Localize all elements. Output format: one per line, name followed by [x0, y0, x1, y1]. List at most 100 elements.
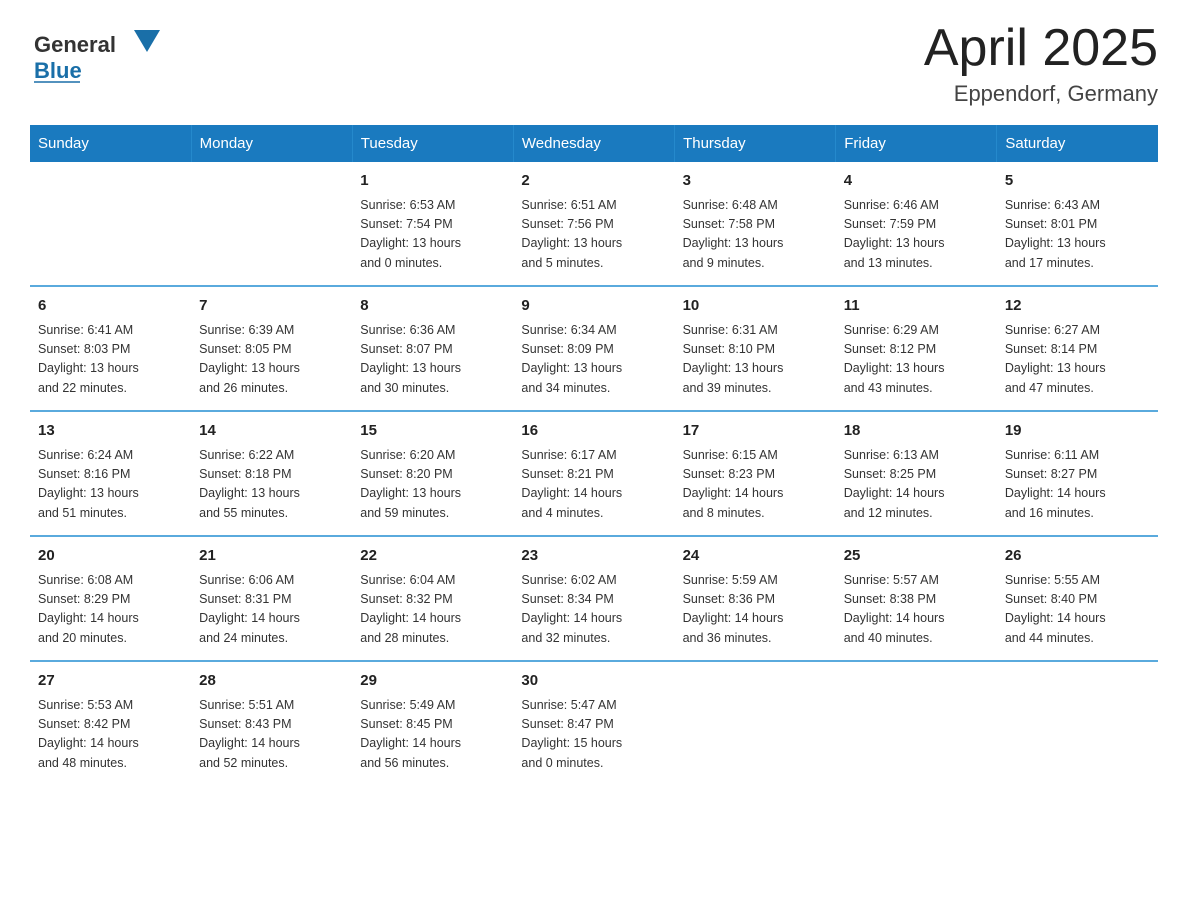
day-info: Sunrise: 6:29 AM Sunset: 8:12 PM Dayligh…: [844, 321, 989, 399]
calendar-cell: 16 Sunrise: 6:17 AM Sunset: 8:21 PM Dayli…: [513, 411, 674, 536]
day-info: Sunrise: 6:34 AM Sunset: 8:09 PM Dayligh…: [521, 321, 666, 399]
day-info: Sunrise: 5:47 AM Sunset: 8:47 PM Dayligh…: [521, 696, 666, 774]
day-number: 19: [1005, 420, 1150, 443]
page-subtitle: Eppendorf, Germany: [924, 81, 1158, 107]
calendar-cell: 6 Sunrise: 6:41 AM Sunset: 8:03 PM Daylig…: [30, 286, 191, 411]
calendar-table: SundayMondayTuesdayWednesdayThursdayFrid…: [30, 125, 1158, 785]
day-of-week-header: Sunday: [30, 125, 191, 162]
calendar-cell: 5Sunrise: 6:43 AM Sunset: 8:01 PM Daylig…: [997, 162, 1158, 286]
day-number: 21: [199, 545, 344, 568]
calendar-cell: 29 Sunrise: 5:49 AM Sunset: 8:45 PM Dayli…: [352, 661, 513, 785]
calendar-week-row: 13 Sunrise: 6:24 AM Sunset: 8:16 PM Dayli…: [30, 411, 1158, 536]
day-number: 23: [521, 545, 666, 568]
calendar-cell: 19 Sunrise: 6:11 AM Sunset: 8:27 PM Dayli…: [997, 411, 1158, 536]
day-number: 11: [844, 295, 989, 318]
day-number: 30: [521, 670, 666, 693]
day-info: Sunrise: 5:55 AM Sunset: 8:40 PM Dayligh…: [1005, 571, 1150, 649]
day-info: Sunrise: 6:17 AM Sunset: 8:21 PM Dayligh…: [521, 446, 666, 524]
day-info: Sunrise: 6:27 AM Sunset: 8:14 PM Dayligh…: [1005, 321, 1150, 399]
day-info: Sunrise: 6:22 AM Sunset: 8:18 PM Dayligh…: [199, 446, 344, 524]
day-info: Sunrise: 5:53 AM Sunset: 8:42 PM Dayligh…: [38, 696, 183, 774]
calendar-cell: 23 Sunrise: 6:02 AM Sunset: 8:34 PM Dayli…: [513, 536, 674, 661]
day-info: Sunrise: 6:13 AM Sunset: 8:25 PM Dayligh…: [844, 446, 989, 524]
day-info: Sunrise: 5:51 AM Sunset: 8:43 PM Dayligh…: [199, 696, 344, 774]
day-info: Sunrise: 6:15 AM Sunset: 8:23 PM Dayligh…: [683, 446, 828, 524]
day-info: Sunrise: 6:48 AM Sunset: 7:58 PM Dayligh…: [683, 196, 828, 274]
day-number: 26: [1005, 545, 1150, 568]
day-info: Sunrise: 6:43 AM Sunset: 8:01 PM Dayligh…: [1005, 196, 1150, 274]
calendar-week-row: 6 Sunrise: 6:41 AM Sunset: 8:03 PM Daylig…: [30, 286, 1158, 411]
calendar-cell: 30 Sunrise: 5:47 AM Sunset: 8:47 PM Dayli…: [513, 661, 674, 785]
day-number: 20: [38, 545, 183, 568]
day-info: Sunrise: 6:11 AM Sunset: 8:27 PM Dayligh…: [1005, 446, 1150, 524]
logo: General Blue: [30, 20, 160, 85]
calendar-cell: 20 Sunrise: 6:08 AM Sunset: 8:29 PM Dayli…: [30, 536, 191, 661]
calendar-cell: 18 Sunrise: 6:13 AM Sunset: 8:25 PM Dayli…: [836, 411, 997, 536]
day-info: Sunrise: 6:39 AM Sunset: 8:05 PM Dayligh…: [199, 321, 344, 399]
svg-text:Blue: Blue: [34, 58, 82, 83]
calendar-cell: 21 Sunrise: 6:06 AM Sunset: 8:31 PM Dayli…: [191, 536, 352, 661]
day-info: Sunrise: 6:08 AM Sunset: 8:29 PM Dayligh…: [38, 571, 183, 649]
day-info: Sunrise: 6:41 AM Sunset: 8:03 PM Dayligh…: [38, 321, 183, 399]
day-number: 10: [683, 295, 828, 318]
calendar-cell: [30, 162, 191, 286]
calendar-cell: [675, 661, 836, 785]
day-number: 25: [844, 545, 989, 568]
calendar-cell: 27 Sunrise: 5:53 AM Sunset: 8:42 PM Dayli…: [30, 661, 191, 785]
logo-svg: General Blue: [30, 20, 160, 85]
calendar-cell: 15Sunrise: 6:20 AM Sunset: 8:20 PM Dayli…: [352, 411, 513, 536]
day-of-week-header: Saturday: [997, 125, 1158, 162]
calendar-cell: 2Sunrise: 6:51 AM Sunset: 7:56 PM Daylig…: [513, 162, 674, 286]
day-info: Sunrise: 6:20 AM Sunset: 8:20 PM Dayligh…: [360, 446, 505, 524]
calendar-cell: [997, 661, 1158, 785]
calendar-cell: 24 Sunrise: 5:59 AM Sunset: 8:36 PM Dayli…: [675, 536, 836, 661]
calendar-cell: 11 Sunrise: 6:29 AM Sunset: 8:12 PM Dayli…: [836, 286, 997, 411]
calendar-week-row: 20 Sunrise: 6:08 AM Sunset: 8:29 PM Dayli…: [30, 536, 1158, 661]
day-number: 24: [683, 545, 828, 568]
calendar-cell: 8Sunrise: 6:36 AM Sunset: 8:07 PM Daylig…: [352, 286, 513, 411]
calendar-cell: 10 Sunrise: 6:31 AM Sunset: 8:10 PM Dayli…: [675, 286, 836, 411]
day-info: Sunrise: 6:06 AM Sunset: 8:31 PM Dayligh…: [199, 571, 344, 649]
day-number: 14: [199, 420, 344, 443]
day-info: Sunrise: 6:46 AM Sunset: 7:59 PM Dayligh…: [844, 196, 989, 274]
day-of-week-header: Wednesday: [513, 125, 674, 162]
day-of-week-header: Thursday: [675, 125, 836, 162]
day-number: 12: [1005, 295, 1150, 318]
day-number: 22: [360, 545, 505, 568]
calendar-cell: 9 Sunrise: 6:34 AM Sunset: 8:09 PM Daylig…: [513, 286, 674, 411]
page-title: April 2025: [924, 20, 1158, 77]
day-number: 13: [38, 420, 183, 443]
calendar-week-row: 1Sunrise: 6:53 AM Sunset: 7:54 PM Daylig…: [30, 162, 1158, 286]
day-number: 18: [844, 420, 989, 443]
calendar-header-row: SundayMondayTuesdayWednesdayThursdayFrid…: [30, 125, 1158, 162]
calendar-cell: 25Sunrise: 5:57 AM Sunset: 8:38 PM Dayli…: [836, 536, 997, 661]
calendar-cell: 12 Sunrise: 6:27 AM Sunset: 8:14 PM Dayli…: [997, 286, 1158, 411]
page-header: General Blue April 2025 Eppendorf, Germa…: [30, 20, 1158, 107]
day-info: Sunrise: 6:31 AM Sunset: 8:10 PM Dayligh…: [683, 321, 828, 399]
calendar-cell: 14 Sunrise: 6:22 AM Sunset: 8:18 PM Dayli…: [191, 411, 352, 536]
day-of-week-header: Monday: [191, 125, 352, 162]
calendar-cell: 28Sunrise: 5:51 AM Sunset: 8:43 PM Dayli…: [191, 661, 352, 785]
day-number: 27: [38, 670, 183, 693]
day-info: Sunrise: 6:04 AM Sunset: 8:32 PM Dayligh…: [360, 571, 505, 649]
title-block: April 2025 Eppendorf, Germany: [924, 20, 1158, 107]
day-number: 3: [683, 170, 828, 193]
day-number: 9: [521, 295, 666, 318]
calendar-cell: [191, 162, 352, 286]
day-number: 6: [38, 295, 183, 318]
calendar-cell: 22 Sunrise: 6:04 AM Sunset: 8:32 PM Dayli…: [352, 536, 513, 661]
calendar-cell: 26 Sunrise: 5:55 AM Sunset: 8:40 PM Dayli…: [997, 536, 1158, 661]
day-info: Sunrise: 6:24 AM Sunset: 8:16 PM Dayligh…: [38, 446, 183, 524]
day-info: Sunrise: 6:02 AM Sunset: 8:34 PM Dayligh…: [521, 571, 666, 649]
day-info: Sunrise: 6:51 AM Sunset: 7:56 PM Dayligh…: [521, 196, 666, 274]
day-of-week-header: Tuesday: [352, 125, 513, 162]
calendar-cell: 3 Sunrise: 6:48 AM Sunset: 7:58 PM Daylig…: [675, 162, 836, 286]
day-info: Sunrise: 5:49 AM Sunset: 8:45 PM Dayligh…: [360, 696, 505, 774]
svg-text:General: General: [34, 32, 116, 57]
day-number: 1: [360, 170, 505, 193]
day-number: 16: [521, 420, 666, 443]
day-number: 29: [360, 670, 505, 693]
day-info: Sunrise: 5:59 AM Sunset: 8:36 PM Dayligh…: [683, 571, 828, 649]
calendar-cell: [836, 661, 997, 785]
day-number: 4: [844, 170, 989, 193]
